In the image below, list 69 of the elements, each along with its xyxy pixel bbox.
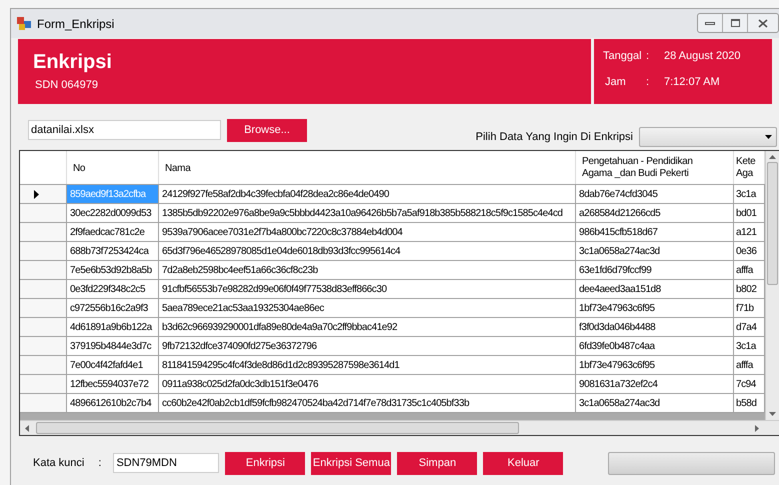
date-separator: : xyxy=(646,49,650,64)
table-cell: 5aea789ece21ac53aa19325304ae86ec xyxy=(159,299,576,317)
header-subtitle: SDN 064979 xyxy=(35,78,98,93)
table-cell: 1bf73e47963c6f95 xyxy=(576,299,734,317)
table-cell: 24129f927fe58af2db4c39fecbfa04f28dea2c86e4de0490 xyxy=(159,185,576,203)
table-cell: 7e00c4f42fafd4e1 xyxy=(67,356,159,374)
table-cell: 9539a7906acee7031e2f7b4a800bc7220c8c37884eb4d004 xyxy=(159,223,576,241)
table-cell: 811841594295c4fc4f3de8d86d1d2c89395287598e3614d1 xyxy=(159,356,576,374)
column-header[interactable]: Nama xyxy=(159,151,576,184)
table-cell: 65d3f796e46528978085d1e04de6018db93d3fcc995614c4 xyxy=(159,242,576,260)
table-cell: 2f9faedcac781c2e xyxy=(67,223,159,241)
time-separator: : xyxy=(646,74,650,90)
table-cell: 3c1a0658a274ac3d xyxy=(576,394,734,412)
table-cell: 7e5e6b53d92b8a5b xyxy=(67,261,159,279)
scroll-right-arrow-icon[interactable] xyxy=(755,424,759,432)
table-cell: c972556b16c2a9f3 xyxy=(67,299,159,317)
header-title: Enkripsi xyxy=(33,50,112,74)
table-cell: 91cfbf56553b7e98282d99e06f0f49f77538d83eff866c30 xyxy=(159,280,576,298)
table-cell: cc60b2e42f0ab2cb1df59fcfb982470524ba42d714f7e78d31735c1c405bf33b xyxy=(159,394,576,412)
dropdown-caret-icon xyxy=(765,135,772,139)
date-label: Tanggal xyxy=(603,49,643,64)
select-label: Pilih Data Yang Ingin Di Enkripsi xyxy=(476,130,633,145)
table-cell: 9081631a732ef2c4 xyxy=(576,375,734,393)
table-cell: dee4aeed3aa151d8 xyxy=(576,280,734,298)
table-cell: a268584d21266cd5 xyxy=(576,204,734,222)
row-header[interactable] xyxy=(20,185,67,203)
table-cell: 8dab76e74cfd3045 xyxy=(576,185,734,203)
horizontal-scrollbar[interactable] xyxy=(20,420,779,435)
action-button[interactable]: Keluar xyxy=(483,452,564,474)
table-cell: 12fbec5594037e72 xyxy=(67,375,159,393)
file-path-field[interactable]: datanilai.xlsx xyxy=(28,120,221,140)
table-cell: 4d61891a9b6b122a xyxy=(67,318,159,336)
column-header[interactable]: Pengetahuan - Pendidikan Agama _dan Budi Pekerti xyxy=(576,151,734,184)
action-button[interactable]: Enkripsi xyxy=(225,452,306,474)
table-cell: 63e1fd6d79fccf99 xyxy=(576,261,734,279)
key-separator: : xyxy=(98,456,102,471)
close-icon xyxy=(758,18,768,28)
table-cell: 1385b5db92202e976a8be9a9c5bbbd4423a10a96426b5b7a5af918b385b588218c5f9c1585c4e4cd xyxy=(159,204,576,222)
table-cell: 30ec2282d0099d53 xyxy=(67,204,159,222)
vertical-scrollbar[interactable] xyxy=(765,151,779,420)
table-cell: 7d2a8eb2598bc4eef51a66c36cf8c23b xyxy=(159,261,576,279)
scroll-down-arrow-icon[interactable] xyxy=(769,412,776,416)
table-cell: 4896612610b2c7b4 xyxy=(67,394,159,412)
action-button[interactable]: Simpan xyxy=(397,452,478,474)
table-cell: 0911a938c025d2fa0dc3db151f3e0476 xyxy=(159,375,576,393)
action-button[interactable]: Enkripsi Semua xyxy=(311,452,392,474)
data-dropdown[interactable] xyxy=(639,127,777,147)
table-cell: 1bf73e47963c6f95 xyxy=(576,356,734,374)
table-cell: f3f0d3da046b4488 xyxy=(576,318,734,336)
scroll-left-arrow-icon[interactable] xyxy=(25,424,29,432)
app-icon xyxy=(17,16,31,30)
date-value: 28 August 2020 xyxy=(664,49,742,64)
key-label: Kata kunci xyxy=(33,456,84,471)
table-cell: 9fb72132dfce374090fd275e36372796 xyxy=(159,337,576,355)
time-label: Jam xyxy=(604,74,627,90)
table-cell: 379195b4844e3d7c xyxy=(67,337,159,355)
window-title: Form_Enkripsi xyxy=(37,16,114,32)
scroll-up-arrow-icon[interactable] xyxy=(769,155,776,159)
table-cell: 6fd39fe0b487c4aa xyxy=(576,337,734,355)
table-cell: 688b73f7253424ca xyxy=(67,242,159,260)
time-value: 7:12:07 AM xyxy=(664,74,721,90)
key-field[interactable]: SDN79MDN xyxy=(113,453,220,473)
table-cell: b3d62c966939290001dfa89e80de4a9a70c2ff9bbac41e92 xyxy=(159,318,576,336)
browse-button[interactable]: Browse... xyxy=(227,118,307,142)
table-cell: 986b415cfb518d67 xyxy=(576,223,734,241)
table-cell: 859aed9f13a2cfba xyxy=(67,185,159,203)
column-header[interactable]: No xyxy=(67,151,159,184)
table-cell: 3c1a0658a274ac3d xyxy=(576,242,734,260)
table-cell: 0e3fd229f348c2c5 xyxy=(67,280,159,298)
